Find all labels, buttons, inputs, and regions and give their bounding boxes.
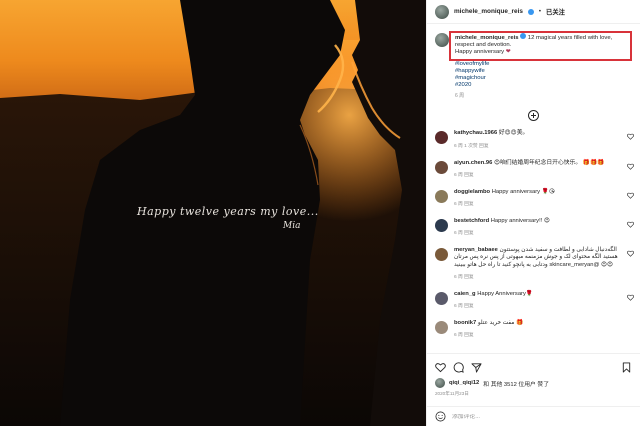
header-separator: • bbox=[538, 8, 542, 15]
comment-text: 好😍😍美。 bbox=[498, 130, 529, 137]
post-caption: michele_monique_reis 12 magical years fi… bbox=[427, 25, 640, 57]
photo-script-caption: Happy twelve years my love... bbox=[137, 205, 319, 218]
comment-meta[interactable]: 6 周 回复 bbox=[454, 229, 622, 236]
liker-avatar[interactable] bbox=[435, 378, 445, 388]
post-header: michele_monique_reis • 已关注 bbox=[427, 0, 640, 24]
commenter-avatar[interactable] bbox=[435, 189, 448, 203]
commenter-avatar[interactable] bbox=[435, 291, 448, 305]
commenter-username[interactable]: aiyun.chen.96 bbox=[454, 160, 492, 166]
comment-meta[interactable]: 6 周 回复 bbox=[454, 331, 622, 338]
commenter-username[interactable]: boonik7 bbox=[454, 320, 476, 326]
instagram-post-window: Happy twelve years my love... Mia michel… bbox=[0, 0, 640, 426]
commenter-username[interactable]: kathychau.1966 bbox=[454, 130, 497, 136]
heart-icon[interactable] bbox=[627, 163, 634, 170]
caption-time: 6 周 bbox=[455, 93, 465, 100]
comment-icon[interactable] bbox=[453, 361, 464, 373]
bookmark-icon[interactable] bbox=[621, 361, 632, 373]
hashtag-link[interactable]: #magichour bbox=[455, 75, 640, 82]
caption-author-avatar[interactable] bbox=[435, 33, 449, 47]
post-date: 2020年11月23日 bbox=[435, 391, 469, 396]
comment-text: مفت خرید عتلو 🎁 bbox=[477, 320, 524, 327]
comment-item: aiyun.chen.96 😍咱们结婚周年纪念日开心快乐。 🎁🎁🎁 6 周 回复 bbox=[427, 160, 640, 178]
commenter-username[interactable]: doggielambo bbox=[454, 189, 490, 195]
action-bar bbox=[427, 354, 640, 374]
photo-signature: Mia bbox=[283, 221, 301, 231]
post-photo[interactable]: Happy twelve years my love... Mia bbox=[0, 0, 426, 426]
heart-icon[interactable] bbox=[627, 221, 634, 228]
hashtag-list: #loveofmylife #happywife #magichour #202… bbox=[427, 57, 640, 90]
likes-count-text[interactable]: 和 其他 3512 位用户 赞了 bbox=[483, 379, 549, 388]
heart-icon[interactable] bbox=[435, 362, 446, 373]
comment-item: caien_g Happy Anniversary🌹 6 周 回复 bbox=[427, 291, 640, 309]
verified-icon bbox=[520, 33, 527, 39]
commenter-avatar[interactable] bbox=[435, 321, 448, 335]
comment-item: bestetchford Happy anniversary!! 😍 6 周 回… bbox=[427, 218, 640, 236]
caption-text: michele_monique_reis 12 magical years fi… bbox=[455, 33, 632, 57]
hashtag-link[interactable]: #loveofmylife bbox=[455, 61, 640, 68]
comments-scroll-area[interactable]: michele_monique_reis 12 magical years fi… bbox=[427, 25, 640, 353]
author-avatar[interactable] bbox=[435, 4, 449, 19]
comment-meta[interactable]: 6 周 回复 bbox=[454, 273, 622, 280]
comment-text: Happy anniversary!! 😍 bbox=[490, 218, 550, 225]
add-comment-bar bbox=[427, 406, 640, 426]
commenter-avatar[interactable] bbox=[435, 219, 448, 233]
commenter-avatar[interactable] bbox=[435, 160, 448, 174]
comment-meta[interactable]: 6 周 回复 bbox=[454, 302, 622, 309]
comment-text: Happy anniversary 🌹😘 bbox=[491, 188, 555, 195]
comment-item: doggielambo Happy anniversary 🌹😘 6 周 回复 bbox=[427, 189, 640, 207]
verified-icon bbox=[527, 8, 534, 15]
heart-emoji-icon: ❤ bbox=[505, 49, 511, 56]
commenter-username[interactable]: bestetchford bbox=[454, 218, 489, 224]
comment-item: meryan_babaee الگه‌دنبال شادابی و لطافت … bbox=[427, 247, 640, 280]
commenter-username[interactable]: meryan_babaee bbox=[454, 247, 498, 253]
emoji-icon[interactable] bbox=[435, 411, 446, 422]
post-footer: qiqi_qiqi12 和 其他 3512 位用户 赞了 2020年11月23日 bbox=[427, 353, 640, 426]
commenter-avatar[interactable] bbox=[435, 131, 448, 145]
heart-icon[interactable] bbox=[627, 133, 634, 141]
add-more-icon[interactable] bbox=[528, 110, 539, 122]
comment-text: 😍咱们结婚周年纪念日开心快乐。 🎁🎁🎁 bbox=[493, 159, 605, 166]
load-more-comments[interactable] bbox=[427, 99, 640, 130]
comment-meta[interactable]: 6 周 回复 bbox=[454, 200, 622, 207]
heart-icon[interactable] bbox=[627, 192, 634, 199]
author-username[interactable]: michele_monique_reis bbox=[454, 8, 523, 15]
heart-icon[interactable] bbox=[627, 294, 634, 301]
hashtag-link[interactable]: #2020 bbox=[455, 82, 640, 89]
hashtag-link[interactable]: #happywife bbox=[455, 68, 640, 75]
post-side-panel: michele_monique_reis • 已关注 michele_moniq… bbox=[426, 0, 640, 426]
caption-username[interactable]: michele_monique_reis bbox=[455, 35, 519, 41]
comment-meta[interactable]: 6 周 1 次赞 回复 bbox=[454, 142, 622, 149]
comment-item: boonik7 مفت خرید عتلو 🎁 6 周 回复 bbox=[427, 320, 640, 338]
likes-summary: qiqi_qiqi12 和 其他 3512 位用户 赞了 bbox=[427, 374, 640, 388]
liked-by-username[interactable]: qiqi_qiqi12 bbox=[449, 380, 479, 386]
comment-item: kathychau.1966 好😍😍美。 6 周 1 次赞 回复 bbox=[427, 130, 640, 149]
share-icon[interactable] bbox=[471, 362, 482, 373]
comment-meta[interactable]: 6 周 回复 bbox=[454, 171, 622, 178]
commenter-avatar[interactable] bbox=[435, 248, 448, 262]
following-button[interactable]: 已关注 bbox=[546, 7, 565, 16]
heart-icon[interactable] bbox=[627, 250, 634, 257]
comment-text: Happy Anniversary🌹 bbox=[477, 290, 534, 297]
comment-input[interactable] bbox=[452, 413, 602, 420]
commenter-username[interactable]: caien_g bbox=[454, 291, 476, 297]
caption-line2: Happy anniversary bbox=[455, 49, 505, 56]
